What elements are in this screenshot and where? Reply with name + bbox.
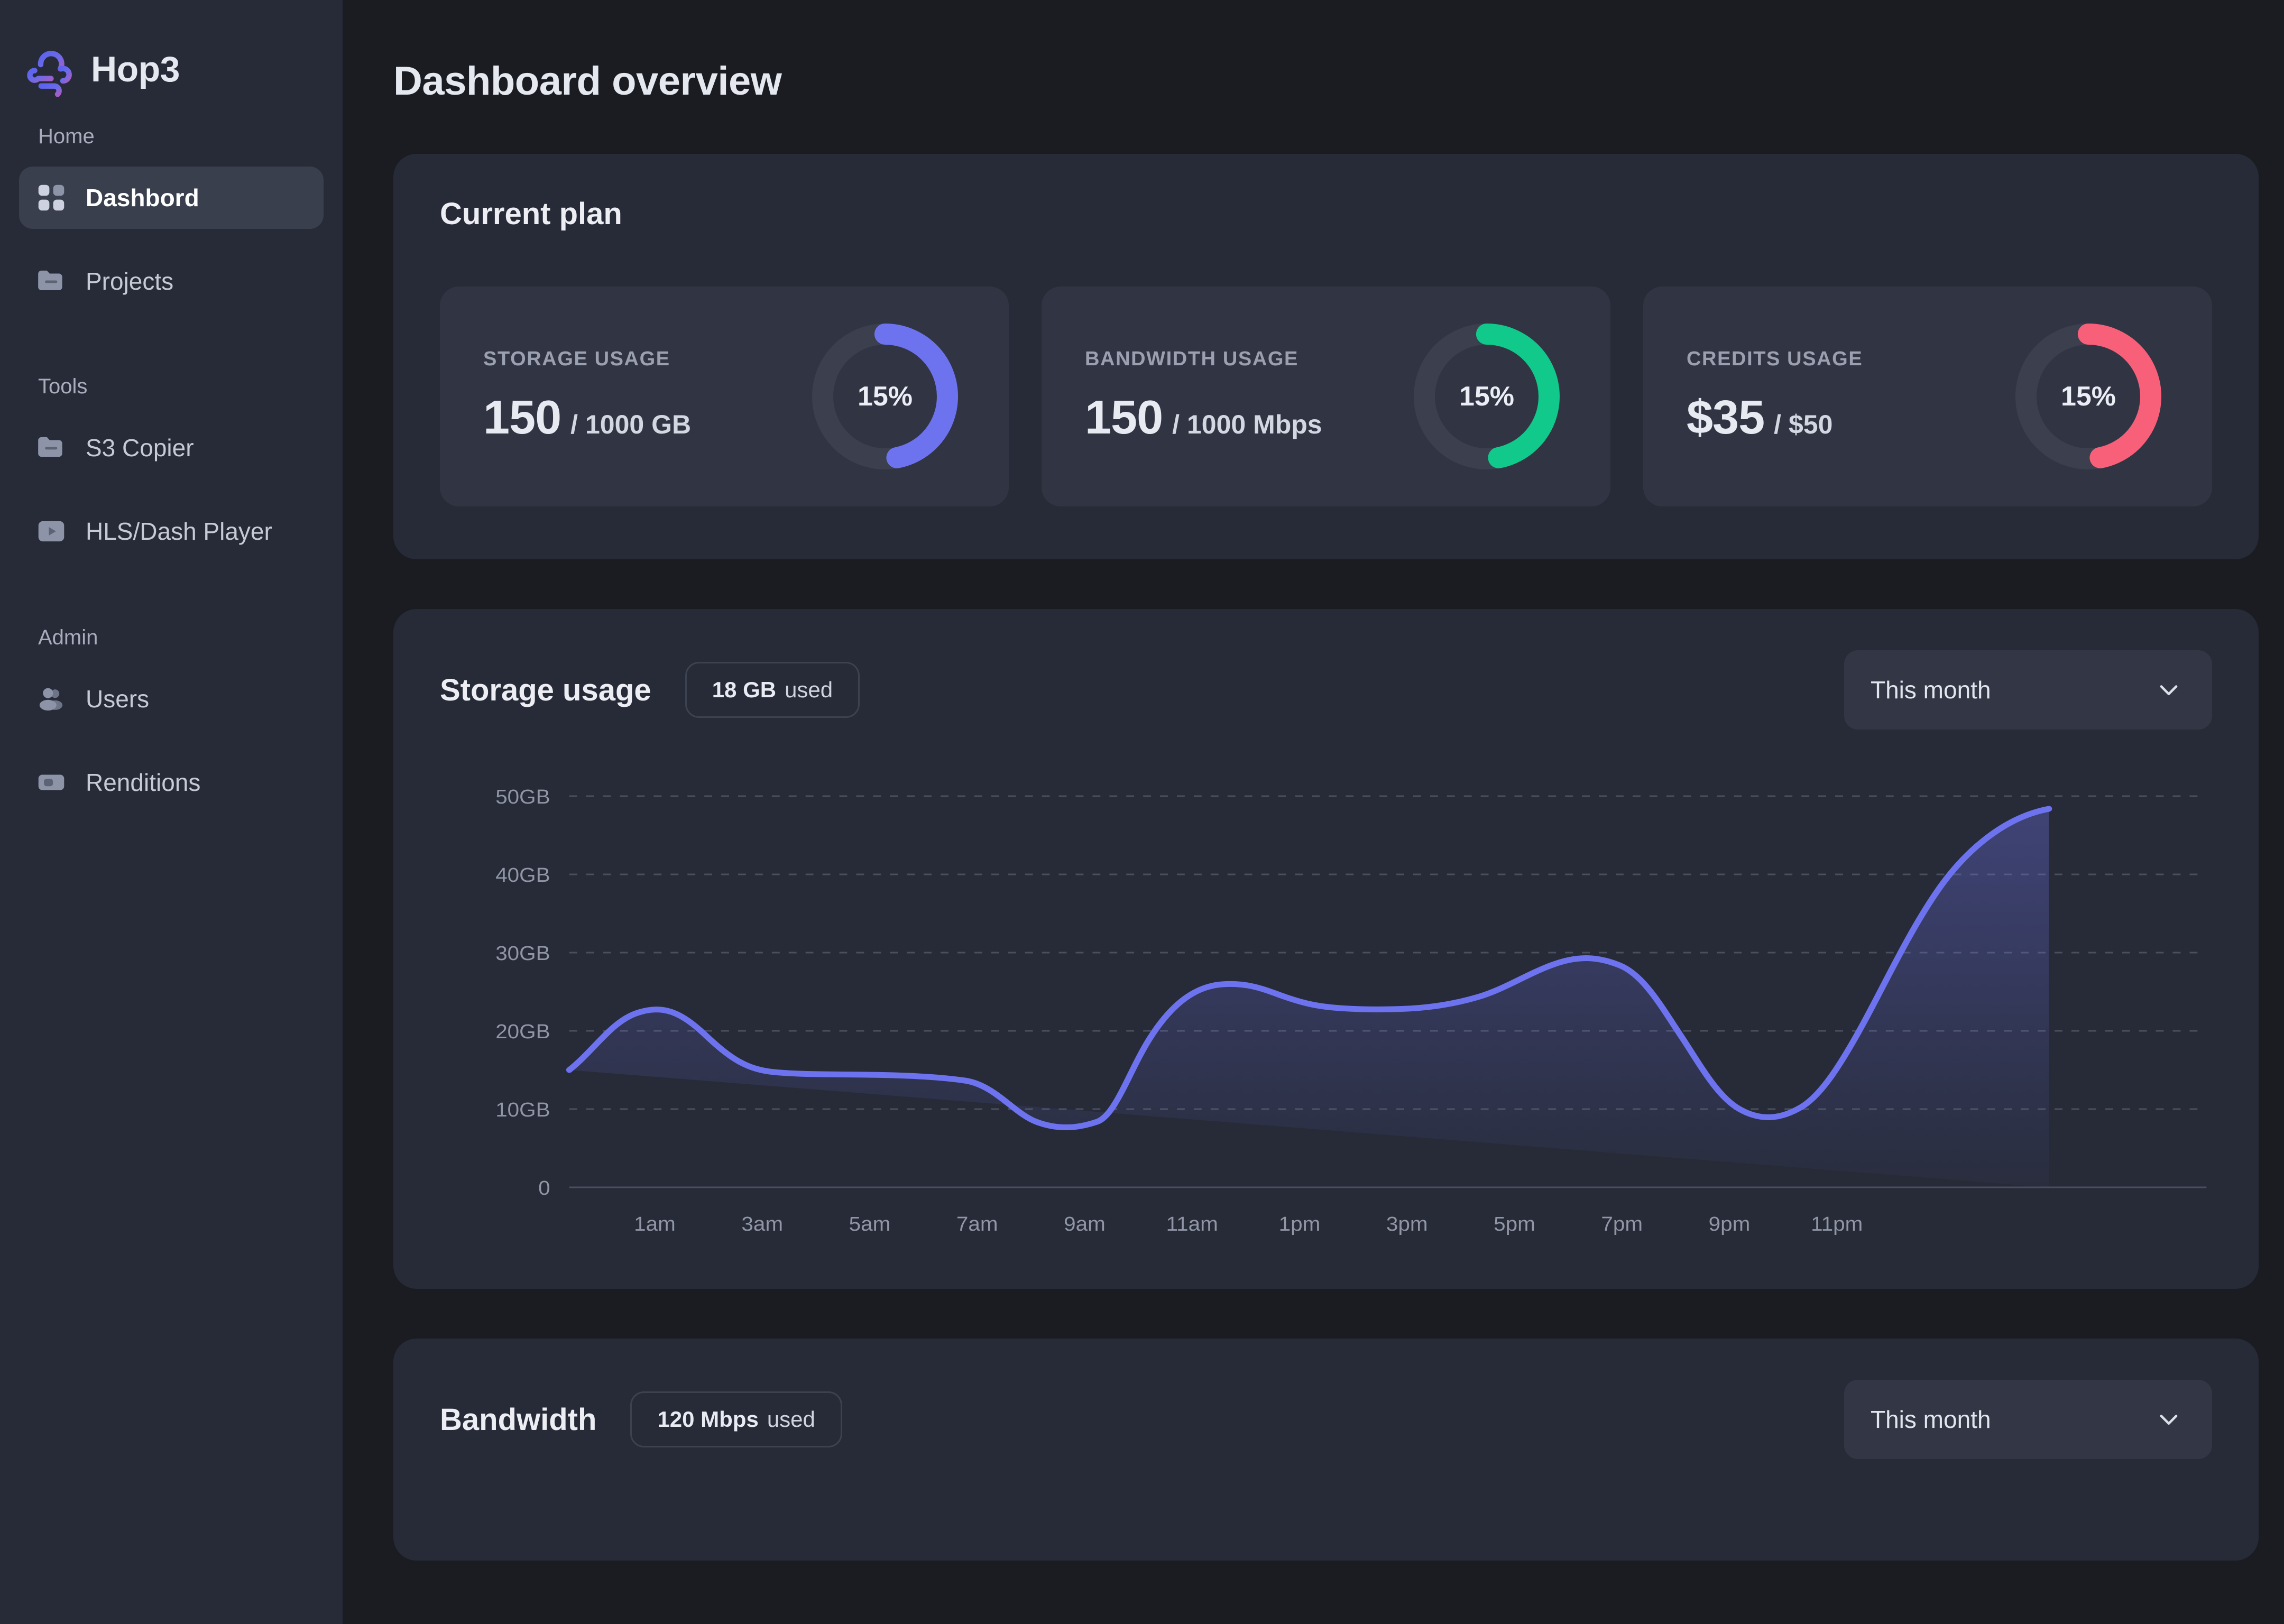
brand-name: Hop3 xyxy=(91,49,180,89)
bandwidth-used-suffix: used xyxy=(767,1407,815,1432)
grid-icon xyxy=(35,181,68,214)
sidebar-item-label: Users xyxy=(86,685,150,713)
stat-denominator: / 1000 Mbps xyxy=(1172,410,1322,439)
stat-card-text: STORAGE USAGE 150 / 1000 GB xyxy=(483,348,691,445)
sidebar-item-users[interactable]: Users xyxy=(19,668,324,730)
stat-card-credits: CREDITS USAGE $35 / $50 15% xyxy=(1643,287,2212,506)
folder-icon xyxy=(35,431,68,464)
svg-text:7pm: 7pm xyxy=(1601,1213,1643,1235)
stat-label: CREDITS USAGE xyxy=(1687,348,1863,370)
bandwidth-range-select-label: This month xyxy=(1871,1406,1991,1433)
sidebar-item-label: Dashbord xyxy=(86,184,199,211)
sidebar-item-label: HLS/Dash Player xyxy=(86,518,272,545)
stat-denominator: / 1000 GB xyxy=(570,410,692,439)
svg-text:9am: 9am xyxy=(1064,1213,1106,1235)
bandwidth-range-select[interactable]: This month xyxy=(1844,1380,2212,1459)
svg-text:50GB: 50GB xyxy=(495,786,550,808)
stat-card-bandwidth: BANDWIDTH USAGE 150 / 1000 Mbps 15% xyxy=(1042,287,1610,506)
svg-text:1pm: 1pm xyxy=(1279,1213,1321,1235)
credits-donut-chart: 15% xyxy=(2009,317,2168,476)
storage-usage-chart: 50GB 40GB 30GB 20GB 10GB 0 1am 3am 5am 7… xyxy=(440,775,2212,1240)
storage-usage-panel: Storage usage 18 GB used This month 50GB… xyxy=(393,609,2259,1289)
svg-text:20GB: 20GB xyxy=(495,1020,550,1043)
nav-group-label-tools: Tools xyxy=(38,375,88,398)
main-content: Dashboard overview Current plan STORAGE … xyxy=(343,0,2284,1624)
current-plan-heading: Current plan xyxy=(440,197,622,231)
stat-card-text: CREDITS USAGE $35 / $50 xyxy=(1687,348,1863,445)
page-title: Dashboard overview xyxy=(393,59,782,104)
storage-chart-header-left: Storage usage 18 GB used xyxy=(440,662,860,718)
storage-range-select-label: This month xyxy=(1871,676,1991,704)
nav-group-label-home: Home xyxy=(38,125,95,148)
svg-text:5pm: 5pm xyxy=(1494,1213,1535,1235)
stat-denominator: / $50 xyxy=(1774,410,1833,439)
nav-group-label-admin: Admin xyxy=(38,626,98,649)
storage-chart-svg: 50GB 40GB 30GB 20GB 10GB 0 1am 3am 5am 7… xyxy=(495,786,2207,1235)
stat-number: 150 xyxy=(483,391,561,444)
svg-text:40GB: 40GB xyxy=(495,864,550,887)
stat-label: BANDWIDTH USAGE xyxy=(1085,348,1298,370)
bandwidth-chart-header: Bandwidth 120 Mbps used This month xyxy=(440,1380,2212,1459)
bandwidth-chart-title: Bandwidth xyxy=(440,1402,597,1437)
current-plan-panel: Current plan STORAGE USAGE 150 / 1000 GB xyxy=(393,154,2259,559)
play-icon xyxy=(35,515,68,548)
stat-value: $35 / $50 xyxy=(1687,391,1863,445)
sidebar-item-hls-dash-player[interactable]: HLS/Dash Player xyxy=(19,500,324,562)
storage-used-suffix: used xyxy=(785,677,833,702)
bandwidth-chart-header-left: Bandwidth 120 Mbps used xyxy=(440,1391,842,1447)
chart-y-tick-labels: 50GB 40GB 30GB 20GB 10GB 0 xyxy=(495,786,550,1199)
svg-text:30GB: 30GB xyxy=(495,942,550,965)
svg-text:11pm: 11pm xyxy=(1811,1213,1863,1235)
credits-donut-percent: 15% xyxy=(2060,381,2116,412)
sidebar-item-label: Projects xyxy=(86,267,174,295)
svg-text:3am: 3am xyxy=(741,1213,783,1235)
svg-text:9pm: 9pm xyxy=(1709,1213,1751,1235)
storage-chart-title: Storage usage xyxy=(440,672,651,707)
sidebar-item-dashboard[interactable]: Dashbord xyxy=(19,167,324,229)
sidebar-item-renditions[interactable]: Renditions xyxy=(19,751,324,814)
chart-area-fill xyxy=(569,809,2049,1187)
chart-x-tick-labels: 1am 3am 5am 7am 9am 11am 1pm 3pm 5pm 7pm… xyxy=(634,1213,1863,1235)
svg-text:0: 0 xyxy=(538,1177,550,1199)
bandwidth-donut-chart: 15% xyxy=(1407,317,1566,476)
sidebar-item-label: Renditions xyxy=(86,769,201,796)
sidebar-item-projects[interactable]: Projects xyxy=(19,250,324,312)
storage-used-value: 18 GB xyxy=(712,677,777,702)
brand[interactable]: Hop3 xyxy=(19,0,324,100)
bandwidth-used-value: 120 Mbps xyxy=(657,1407,759,1432)
svg-text:7am: 7am xyxy=(956,1213,998,1235)
sidebar: Hop3 Home Dashbord Projects Tools S3 Cop… xyxy=(0,0,343,1624)
sidebar-item-label: S3 Copier xyxy=(86,434,194,462)
plan-stat-row: STORAGE USAGE 150 / 1000 GB 15% BANDWIDT… xyxy=(440,287,2212,506)
stat-label: STORAGE USAGE xyxy=(483,348,670,370)
stat-card-storage: STORAGE USAGE 150 / 1000 GB 15% xyxy=(440,287,1009,506)
svg-text:3pm: 3pm xyxy=(1386,1213,1428,1235)
chevron-down-icon xyxy=(2155,1406,2182,1433)
svg-text:5am: 5am xyxy=(849,1213,891,1235)
svg-text:1am: 1am xyxy=(634,1213,676,1235)
cloud-wind-icon xyxy=(22,42,77,97)
sidebar-item-s3-copier[interactable]: S3 Copier xyxy=(19,417,324,479)
stat-number: $35 xyxy=(1687,391,1765,444)
storage-range-select[interactable]: This month xyxy=(1844,650,2212,730)
folder-icon xyxy=(35,265,68,298)
storage-used-badge: 18 GB used xyxy=(685,662,860,718)
users-icon xyxy=(35,682,68,715)
stat-card-text: BANDWIDTH USAGE 150 / 1000 Mbps xyxy=(1085,348,1322,445)
storage-donut-chart: 15% xyxy=(806,317,964,476)
svg-text:10GB: 10GB xyxy=(495,1099,550,1121)
rectangle-icon xyxy=(35,766,68,799)
dashboard-app: Hop3 Home Dashbord Projects Tools S3 Cop… xyxy=(0,0,2284,1624)
bandwidth-panel: Bandwidth 120 Mbps used This month xyxy=(393,1339,2259,1561)
chevron-down-icon xyxy=(2155,676,2182,704)
storage-chart-header: Storage usage 18 GB used This month xyxy=(440,650,2212,730)
stat-value: 150 / 1000 Mbps xyxy=(1085,391,1322,445)
bandwidth-donut-percent: 15% xyxy=(1459,381,1515,412)
stat-number: 150 xyxy=(1085,391,1163,444)
svg-text:11am: 11am xyxy=(1166,1213,1218,1235)
storage-donut-percent: 15% xyxy=(857,381,913,412)
stat-value: 150 / 1000 GB xyxy=(483,391,691,445)
bandwidth-used-badge: 120 Mbps used xyxy=(630,1391,842,1447)
